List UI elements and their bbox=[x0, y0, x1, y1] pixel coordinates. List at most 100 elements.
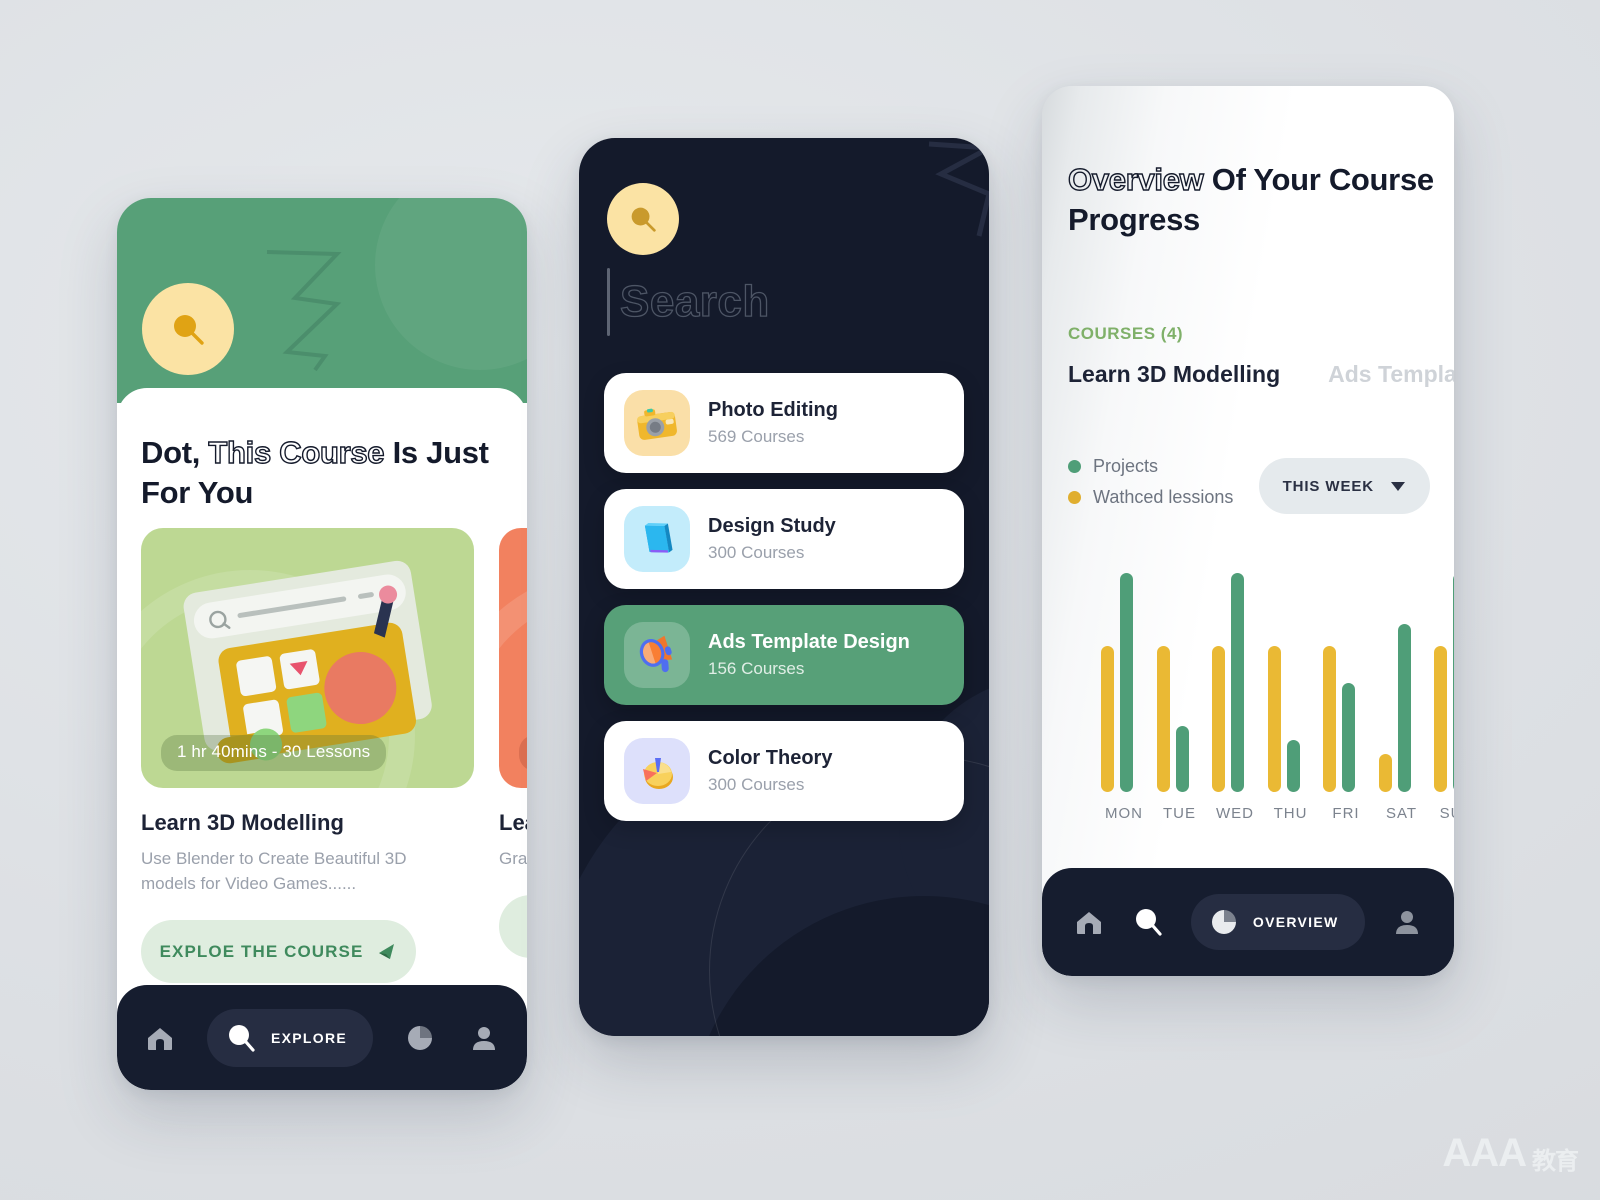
legend-item-watched-lessions: Wathced lessions bbox=[1068, 487, 1233, 508]
tab-ads-template[interactable]: Ads Template bbox=[1328, 361, 1454, 388]
chart-column: SUN bbox=[1431, 556, 1454, 822]
chart-bar bbox=[1120, 572, 1133, 792]
camera-icon bbox=[637, 408, 677, 440]
chart-x-tick-label: SUN bbox=[1439, 805, 1454, 822]
canvas: Dot, This Course Is Just For You 1 hr 40… bbox=[0, 0, 1600, 1200]
tab-learn-3d-modelling[interactable]: Learn 3D Modelling bbox=[1068, 361, 1280, 388]
nav-item-search[interactable] bbox=[1131, 905, 1165, 939]
chart-x-tick-label: MON bbox=[1105, 805, 1143, 822]
chart-bar bbox=[1231, 572, 1244, 792]
chart-column: FRI bbox=[1320, 556, 1372, 822]
pie-chart-icon bbox=[407, 1025, 432, 1050]
search-placeholder: Search bbox=[619, 276, 770, 326]
list-item[interactable]: Photo Editing 569 Courses bbox=[604, 373, 964, 473]
category-text: Design Study 300 Courses bbox=[708, 515, 836, 563]
course-tabs[interactable]: Learn 3D Modelling Ads Template bbox=[1068, 361, 1454, 388]
category-title: Ads Template Design bbox=[708, 631, 910, 653]
nav-item-overview[interactable] bbox=[403, 1021, 437, 1055]
avatar[interactable] bbox=[142, 283, 234, 375]
chart-bar bbox=[1453, 572, 1454, 792]
chart-bar bbox=[1267, 645, 1281, 792]
chart-x-tick-label: FRI bbox=[1332, 805, 1360, 822]
category-subtitle: 300 Courses bbox=[708, 775, 805, 794]
watermark: AAA 教育 bbox=[1442, 1131, 1579, 1176]
page-title: Dot, This Course Is Just For You bbox=[141, 433, 491, 513]
course-thumbnail: 1 hr 40mins - 30 Lessons bbox=[141, 528, 474, 788]
text-cursor bbox=[607, 268, 610, 336]
chart-bar bbox=[1378, 754, 1392, 792]
chart-column: WED bbox=[1209, 556, 1261, 822]
person-icon bbox=[1395, 911, 1418, 934]
chart-bar bbox=[1323, 645, 1336, 792]
range-selector[interactable]: THIS WEEK bbox=[1258, 458, 1430, 514]
book-icon bbox=[644, 523, 673, 553]
course-card[interactable]: 1 hr 40mins - 30 Lessons Learn 3D Modell… bbox=[141, 528, 474, 983]
category-text: Photo Editing 569 Courses bbox=[708, 399, 838, 447]
page-title: Overview Of Your Course Progress bbox=[1067, 160, 1438, 240]
arrow-cone-icon bbox=[379, 943, 395, 959]
course-carousel[interactable]: 1 hr 40mins - 30 Lessons Learn 3D Modell… bbox=[141, 528, 527, 983]
chart-bar bbox=[1156, 645, 1170, 792]
title-part-2: This Course bbox=[208, 434, 386, 470]
chart-bar bbox=[1175, 725, 1189, 792]
megaphone-icon bbox=[639, 635, 673, 673]
title-part-2: Of Your bbox=[1211, 162, 1321, 197]
pie-chart-icon bbox=[1211, 910, 1236, 934]
chevron-down-icon bbox=[1391, 481, 1405, 491]
chart-column: MON bbox=[1098, 556, 1150, 822]
legend-label: Wathced lessions bbox=[1093, 487, 1234, 507]
search-avatar-icon bbox=[174, 315, 204, 345]
course-meta-badge: 1 hr 40mins - 30 Lessons bbox=[161, 735, 387, 771]
phone-screen-home: Dot, This Course Is Just For You 1 hr 40… bbox=[117, 198, 527, 1090]
course-description: Gra Eas bbox=[499, 849, 527, 868]
search-icon bbox=[228, 1024, 255, 1052]
course-description: Use Blender to Create Beautiful 3D model… bbox=[141, 849, 407, 893]
nav-item-explore[interactable]: EXPLORE bbox=[206, 1008, 373, 1067]
home-icon bbox=[1077, 912, 1101, 934]
nav-item-profile[interactable] bbox=[1390, 905, 1424, 939]
nav-item-home[interactable] bbox=[143, 1021, 177, 1055]
chart-bar bbox=[1101, 645, 1114, 792]
zigzag-decoration bbox=[266, 250, 342, 372]
person-icon bbox=[472, 1026, 495, 1050]
title-part-1: Overview bbox=[1067, 161, 1204, 197]
nav-item-overview[interactable]: OVERVIEW bbox=[1190, 894, 1365, 950]
category-list[interactable]: Photo Editing 569 Courses Design Study 3… bbox=[604, 373, 964, 837]
chart-bar bbox=[1212, 645, 1225, 792]
category-thumb bbox=[624, 622, 690, 688]
bottom-navigation[interactable]: OVERVIEW bbox=[1042, 868, 1454, 976]
explore-course-button[interactable]: EXPLOE THE COURSE bbox=[141, 920, 416, 983]
category-subtitle: 300 Courses bbox=[708, 543, 805, 562]
category-thumb bbox=[624, 390, 690, 456]
pie-slice-icon bbox=[643, 758, 673, 789]
explore-course-button[interactable] bbox=[499, 895, 527, 958]
course-title: Learn 3D Modelling bbox=[141, 810, 344, 835]
search-icon bbox=[1136, 909, 1163, 936]
list-item[interactable]: Design Study 300 Courses bbox=[604, 489, 964, 589]
chart-column: SAT bbox=[1376, 556, 1428, 822]
nav-item-profile[interactable] bbox=[467, 1021, 501, 1055]
category-text: Color Theory 300 Courses bbox=[708, 747, 832, 795]
list-item[interactable]: Ads Template Design 156 Courses bbox=[604, 605, 964, 705]
category-title: Photo Editing bbox=[708, 399, 838, 421]
search-avatar-icon bbox=[631, 207, 656, 232]
chart-bar bbox=[1342, 683, 1355, 792]
home-hero-header bbox=[117, 198, 527, 403]
decorative-circle bbox=[375, 198, 527, 370]
search-input[interactable]: Search bbox=[607, 268, 770, 336]
list-item[interactable]: Color Theory 300 Courses bbox=[604, 721, 964, 821]
chart-column: THU bbox=[1265, 556, 1317, 822]
avatar[interactable] bbox=[607, 183, 679, 255]
chart-x-tick-label: TUE bbox=[1163, 805, 1196, 822]
phone-screen-overview: Overview Of Your Course Progress COURSES… bbox=[1042, 86, 1454, 976]
category-title: Design Study bbox=[708, 515, 836, 537]
zigzag-decoration bbox=[928, 141, 989, 237]
watermark-cn: 教育 bbox=[1532, 1148, 1579, 1175]
course-card[interactable]: 1 hr Lea Gra Eas bbox=[499, 528, 527, 958]
nav-item-explore-label: EXPLORE bbox=[270, 1029, 347, 1046]
chart-bar bbox=[1434, 645, 1447, 792]
nav-item-home[interactable] bbox=[1072, 905, 1106, 939]
range-selector-label: THIS WEEK bbox=[1282, 477, 1374, 495]
chart-bar bbox=[1286, 740, 1300, 792]
bottom-navigation[interactable]: EXPLORE bbox=[117, 985, 527, 1090]
